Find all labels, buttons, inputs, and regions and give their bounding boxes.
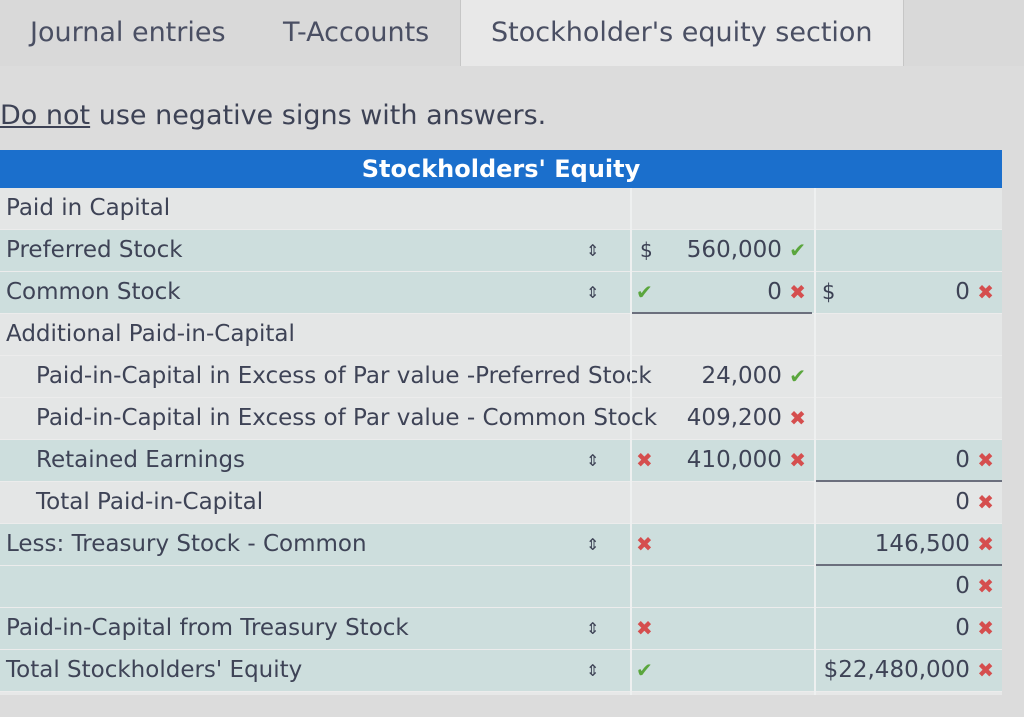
row-label: Total Paid-in-Capital — [36, 489, 264, 515]
instruction-rest: use negative signs with answers. — [90, 100, 547, 131]
column-divider — [630, 188, 632, 695]
tab-t-accounts[interactable]: T-Accounts — [283, 0, 429, 66]
dropdown-arrow-icon[interactable]: ⇕ — [586, 440, 599, 481]
dollar-sign: $ — [822, 280, 836, 304]
table-row: Less: Treasury Stock - Common ⇕ ✖ 146,50… — [0, 524, 1002, 566]
amount-input[interactable]: 0 ✖ — [767, 272, 806, 313]
row-label: Paid-in-Capital in Excess of Par value -… — [36, 363, 652, 389]
cross-icon: ✖ — [977, 448, 994, 472]
table-row: Total Stockholders' Equity ⇕ ✔ $22,480,0… — [0, 650, 1002, 692]
table-row: Paid in Capital — [0, 188, 1002, 230]
subtotal-underline — [632, 312, 812, 314]
instruction-emphasis: Do not — [0, 100, 91, 131]
account-select[interactable]: Less: Treasury Stock - Common — [6, 524, 367, 565]
cross-icon: ✖ — [977, 658, 994, 682]
table-row: Total Paid-in-Capital 0 ✖ — [0, 482, 1002, 524]
cross-icon: ✖ — [977, 574, 994, 598]
cross-icon: ✖ — [636, 532, 653, 556]
row-label: Paid in Capital — [6, 195, 171, 221]
cross-icon: ✖ — [789, 448, 806, 472]
tab-bar: Journal entries T-Accounts Stockholder's… — [0, 0, 1024, 66]
total-input[interactable]: 0 ✖ — [955, 482, 994, 523]
total-input[interactable]: 0 ✖ — [955, 566, 994, 607]
dropdown-arrow-icon[interactable]: ⇕ — [586, 524, 599, 565]
dropdown-arrow-icon[interactable]: ⇕ — [586, 272, 599, 313]
total-input[interactable]: $22,480,000 ✖ — [824, 650, 994, 691]
cross-icon: ✖ — [636, 448, 653, 472]
tab-journal-entries[interactable]: Journal entries — [30, 0, 226, 66]
dollar-sign: $ — [640, 238, 653, 262]
tab-stockholders-equity[interactable]: Stockholder's equity section — [460, 0, 904, 66]
cross-icon: ✖ — [636, 616, 653, 640]
account-select[interactable]: Total Stockholders' Equity — [6, 650, 302, 691]
account-select[interactable]: Retained Earnings — [36, 440, 245, 481]
amount-input[interactable]: 410,000 ✖ — [687, 440, 806, 481]
table-row: Preferred Stock ⇕ $ 560,000 ✔ — [0, 230, 1002, 272]
account-select[interactable]: Paid-in-Capital from Treasury Stock — [6, 608, 409, 649]
cross-icon: ✖ — [977, 280, 994, 304]
total-input[interactable]: 0 ✖ — [955, 440, 994, 481]
table-row: Paid-in-Capital in Excess of Par value -… — [0, 356, 1002, 398]
check-icon: ✔ — [789, 238, 806, 262]
amount-input[interactable]: 560,000 ✔ — [687, 230, 806, 271]
dropdown-arrow-icon[interactable]: ⇕ — [586, 230, 599, 271]
subtotal-underline — [816, 480, 1002, 482]
table-row: Common Stock ⇕ ✔ 0 ✖ $ 0 ✖ — [0, 272, 1002, 314]
check-icon: ✔ — [636, 280, 653, 304]
total-input[interactable]: 0 ✖ — [955, 608, 994, 649]
equity-table: Stockholders' Equity Paid in Capital Pre… — [0, 150, 1002, 695]
column-divider — [814, 188, 816, 695]
table-row: Retained Earnings ⇕ ✖ 410,000 ✖ 0 ✖ — [0, 440, 1002, 482]
cross-icon: ✖ — [977, 616, 994, 640]
table-row: Additional Paid-in-Capital — [0, 314, 1002, 356]
dropdown-arrow-icon[interactable]: ⇕ — [586, 608, 599, 649]
total-input[interactable]: 0 ✖ — [955, 272, 994, 313]
check-icon: ✔ — [789, 364, 806, 388]
total-input[interactable]: 146,500 ✖ — [875, 524, 994, 565]
amount-input[interactable]: 409,200 ✖ — [687, 398, 806, 439]
cross-icon: ✖ — [977, 532, 994, 556]
cross-icon: ✖ — [977, 490, 994, 514]
row-label: Additional Paid-in-Capital — [6, 321, 295, 347]
dropdown-arrow-icon[interactable]: ⇕ — [586, 650, 599, 691]
instruction-text: Do not use negative signs with answers. — [0, 100, 546, 131]
row-label: Paid-in-Capital in Excess of Par value -… — [36, 405, 658, 431]
amount-input[interactable]: 24,000 ✔ — [701, 356, 806, 397]
account-select[interactable]: Preferred Stock — [6, 230, 183, 271]
table-row: Paid-in-Capital from Treasury Stock ⇕ ✖ … — [0, 608, 1002, 650]
cross-icon: ✖ — [789, 406, 806, 430]
table-title: Stockholders' Equity — [0, 150, 1002, 188]
subtotal-underline — [816, 564, 1002, 566]
table-row: 0 ✖ — [0, 566, 1002, 608]
account-select[interactable]: Common Stock — [6, 272, 181, 313]
table-row: Paid-in-Capital in Excess of Par value -… — [0, 398, 1002, 440]
cross-icon: ✖ — [789, 280, 806, 304]
check-icon: ✔ — [636, 658, 653, 682]
